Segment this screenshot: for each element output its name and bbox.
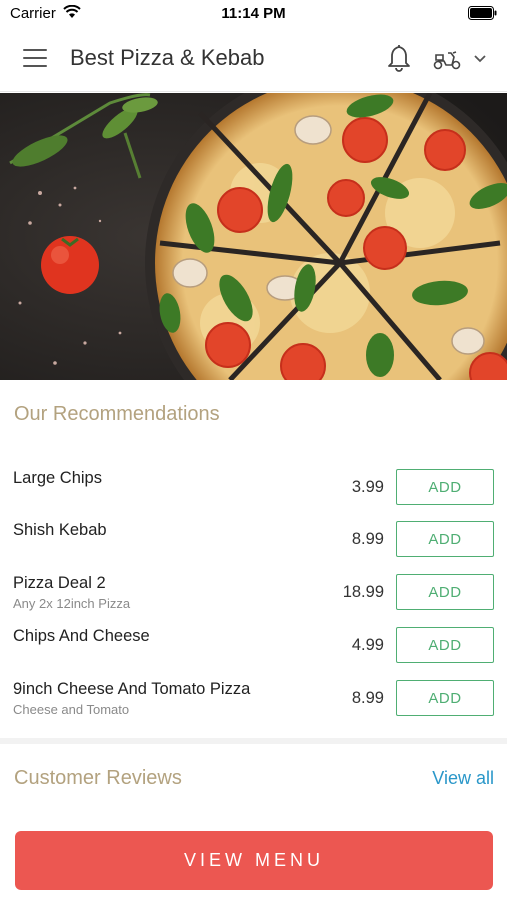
bell-icon[interactable]	[386, 43, 412, 73]
delivery-scooter-icon[interactable]	[432, 47, 462, 71]
item-name: Shish Kebab	[13, 521, 107, 539]
reviews-title: Customer Reviews	[14, 767, 182, 789]
item-price: 8.99	[351, 530, 384, 548]
list-item: 9inch Cheese And Tomato Pizza Cheese and…	[0, 680, 507, 730]
item-price: 4.99	[351, 636, 384, 654]
item-price: 18.99	[342, 583, 384, 601]
chevron-down-icon[interactable]	[473, 54, 487, 64]
item-name: Pizza Deal 2	[13, 574, 106, 592]
list-item: Large Chips 3.99 ADD	[0, 469, 507, 519]
item-price: 3.99	[351, 478, 384, 496]
add-button[interactable]: ADD	[396, 469, 494, 505]
app-header: Best Pizza & Kebab	[0, 28, 507, 92]
item-name: 9inch Cheese And Tomato Pizza	[13, 680, 251, 698]
view-all-reviews-link[interactable]: View all	[432, 768, 494, 789]
item-name: Chips And Cheese	[13, 627, 150, 645]
recommendations-title: Our Recommendations	[14, 403, 220, 425]
battery-icon	[468, 6, 497, 20]
hero-pizza-image	[0, 93, 507, 380]
add-button[interactable]: ADD	[396, 521, 494, 557]
status-bar: Carrier 11:14 PM	[0, 0, 507, 28]
add-button[interactable]: ADD	[396, 627, 494, 663]
view-menu-button[interactable]: VIEW MENU	[15, 831, 493, 890]
add-button[interactable]: ADD	[396, 680, 494, 716]
add-button[interactable]: ADD	[396, 574, 494, 610]
item-description: Cheese and Tomato	[13, 702, 130, 717]
restaurant-title: Best Pizza & Kebab	[70, 45, 265, 70]
item-description: Any 2x 12inch Pizza	[13, 596, 131, 611]
hamburger-menu-icon[interactable]	[23, 49, 47, 67]
list-item: Shish Kebab 8.99 ADD	[0, 521, 507, 571]
item-price: 8.99	[351, 689, 384, 707]
section-divider	[0, 738, 507, 744]
item-name: Large Chips	[13, 469, 102, 487]
list-item: Pizza Deal 2 Any 2x 12inch Pizza 18.99 A…	[0, 574, 507, 624]
status-time: 11:14 PM	[221, 5, 286, 22]
list-item: Chips And Cheese 4.99 ADD	[0, 627, 507, 677]
